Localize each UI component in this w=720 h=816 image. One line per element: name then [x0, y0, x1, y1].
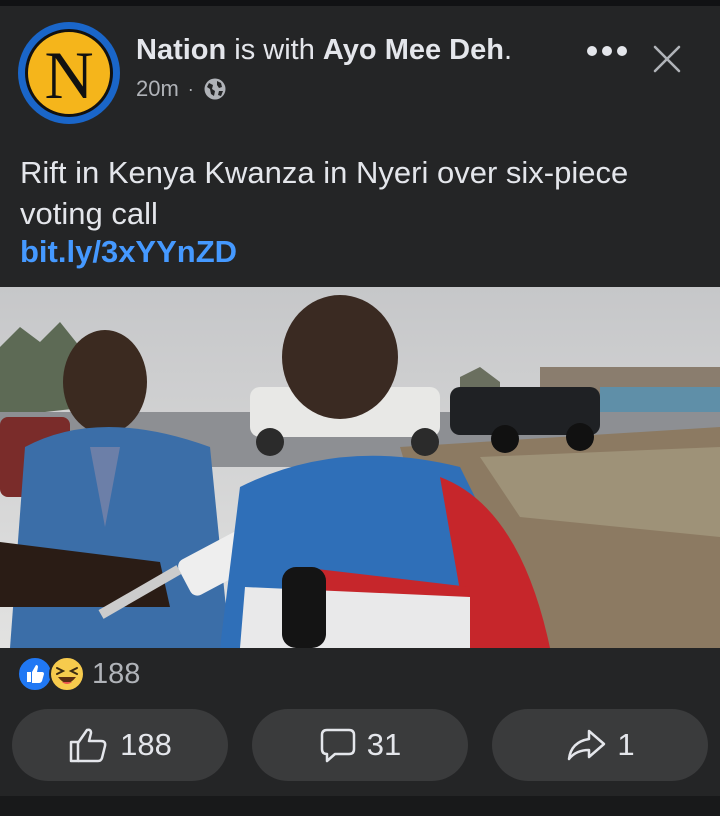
thumbs-up-icon — [69, 728, 107, 763]
reaction-count: 188 — [92, 657, 141, 690]
post-headline: Nation is with Ayo Mee Deh. — [136, 34, 512, 67]
like-count: 188 — [120, 727, 172, 762]
tagged-name-link[interactable]: Ayo Mee Deh — [323, 34, 504, 66]
close-button[interactable] — [650, 42, 684, 76]
comment-icon — [320, 728, 355, 763]
share-button[interactable]: 1 — [492, 709, 708, 781]
more-options-button[interactable] — [584, 36, 630, 66]
post-link[interactable]: bit.ly/3xYYnZD — [20, 234, 237, 270]
avatar-letter: N — [44, 37, 94, 113]
bottom-divider — [0, 796, 720, 816]
meta-separator: · — [187, 78, 194, 99]
avatar-logo: N — [25, 29, 113, 117]
haha-reaction-icon — [49, 656, 85, 692]
page-avatar[interactable]: N — [18, 22, 120, 124]
close-icon — [653, 45, 681, 73]
news-photo — [0, 287, 720, 648]
globe-icon — [204, 78, 226, 100]
page-name-link[interactable]: Nation — [136, 34, 226, 66]
post-card: N Nation is with Ayo Mee Deh. 20m · Rift… — [0, 6, 720, 796]
post-photo[interactable] — [0, 287, 720, 648]
post-text: Rift in Kenya Kwanza in Nyeri over six-p… — [20, 155, 629, 231]
is-with-text: is with — [234, 34, 315, 66]
like-button[interactable]: 188 — [12, 709, 228, 781]
post-time[interactable]: 20m — [136, 76, 179, 102]
comment-count: 31 — [366, 727, 402, 762]
share-count: 1 — [617, 727, 635, 762]
headline-period: . — [503, 34, 513, 66]
post-meta: 20m · — [136, 76, 227, 102]
comment-button[interactable]: 31 — [252, 709, 468, 781]
share-icon — [568, 729, 606, 761]
reaction-summary[interactable]: 188 — [16, 655, 140, 693]
more-dots-icon — [587, 46, 627, 56]
